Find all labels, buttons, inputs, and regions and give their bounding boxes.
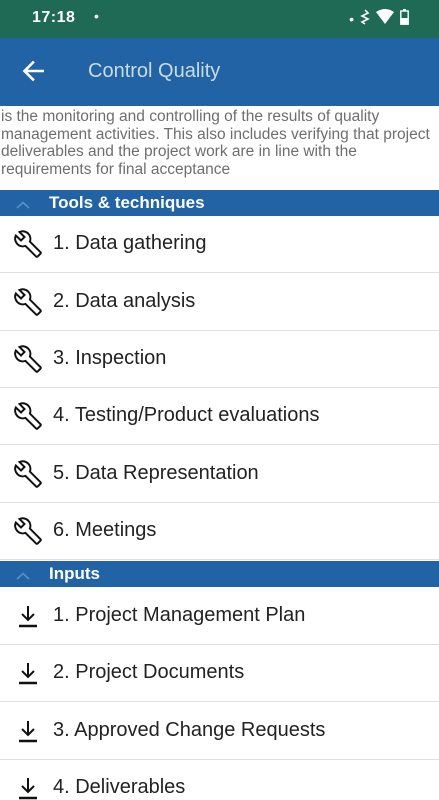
list-item[interactable]: 1. Project Management Plan: [0, 588, 439, 645]
wrench-icon: [14, 517, 42, 545]
notification-dot: •: [94, 8, 99, 24]
wrench-icon: [14, 402, 42, 430]
section-title-inputs: Inputs: [49, 564, 100, 583]
item-label: 1. Data gathering: [53, 232, 207, 254]
list-item[interactable]: 4. Testing/Product evaluations: [0, 388, 439, 445]
status-time: 17:18: [32, 9, 76, 26]
download-icon: [14, 717, 42, 745]
status-bar: 17:18 • •: [0, 0, 439, 38]
download-icon: [14, 659, 42, 687]
chevron-up-icon: [16, 567, 30, 585]
list-item[interactable]: 2. Data analysis: [0, 274, 439, 331]
wrench-icon: [14, 460, 42, 488]
notification-dot-right: •: [349, 11, 354, 27]
status-icons: •: [349, 8, 409, 30]
list-item[interactable]: 1. Data gathering: [0, 216, 439, 273]
download-icon: [14, 774, 42, 800]
item-label: 4. Testing/Product evaluations: [53, 404, 320, 426]
page-title: Control Quality: [88, 60, 221, 82]
back-button[interactable]: [16, 56, 50, 90]
item-label: 5. Data Representation: [53, 462, 259, 484]
wrench-icon: [14, 345, 42, 373]
item-label: 3. Approved Change Requests: [53, 719, 326, 741]
item-label: 3. Inspection: [53, 347, 167, 369]
item-label: 1. Project Management Plan: [53, 604, 306, 626]
list-item[interactable]: 2. Project Documents: [0, 645, 439, 702]
vibrate-icon: [360, 8, 370, 30]
list-item[interactable]: 5. Data Representation: [0, 446, 439, 503]
wifi-icon: [376, 9, 394, 29]
description-text: is the monitoring and controlling of the…: [1, 108, 430, 178]
section-header-inputs[interactable]: Inputs: [0, 561, 439, 587]
battery-icon: [400, 8, 409, 30]
arrow-back-icon: [22, 60, 45, 86]
section-title-tools: Tools & techniques: [49, 193, 205, 212]
list-item[interactable]: 3. Approved Change Requests: [0, 703, 439, 760]
wrench-icon: [14, 230, 42, 258]
app-bar: Control Quality: [0, 38, 439, 106]
item-label: 4. Deliverables: [53, 776, 186, 798]
list-item[interactable]: 6. Meetings: [0, 503, 439, 560]
section-header-tools[interactable]: Tools & techniques: [0, 190, 439, 216]
item-label: 2. Project Documents: [53, 661, 245, 683]
list-item[interactable]: 3. Inspection: [0, 331, 439, 388]
wrench-icon: [14, 288, 42, 316]
download-icon: [14, 602, 42, 630]
item-label: 2. Data analysis: [53, 290, 196, 312]
chevron-up-icon: [16, 196, 30, 214]
item-label: 6. Meetings: [53, 519, 157, 541]
list-item[interactable]: 4. Deliverables: [0, 760, 439, 800]
